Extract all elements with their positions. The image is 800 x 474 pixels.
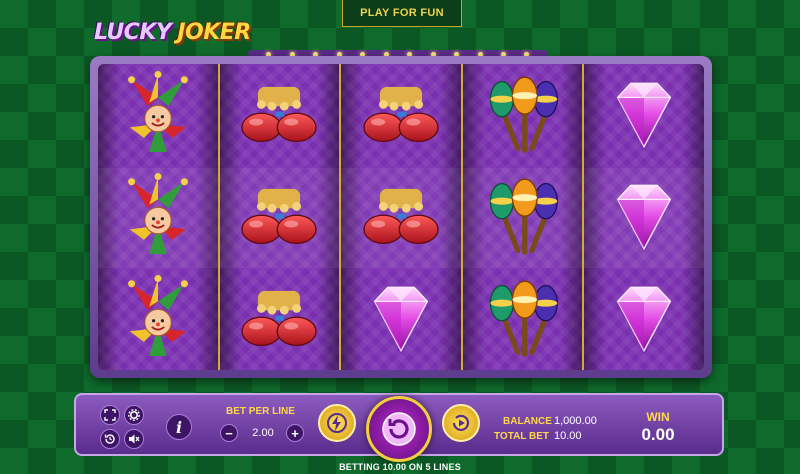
symbol-maracas bbox=[463, 166, 583, 268]
symbol-clown-shoes bbox=[341, 166, 461, 268]
win-value: 0.00 bbox=[641, 425, 675, 444]
diamond-icon bbox=[600, 275, 688, 363]
speaker-mute-icon bbox=[129, 434, 140, 444]
reel-area bbox=[98, 64, 704, 370]
diamond-icon bbox=[600, 71, 688, 159]
fullscreen-button[interactable] bbox=[100, 405, 120, 425]
info-button[interactable]: i bbox=[166, 414, 192, 440]
clown-shoes-icon bbox=[235, 71, 323, 159]
symbol-jester bbox=[98, 64, 218, 166]
bet-decrease-button[interactable]: − bbox=[220, 424, 238, 442]
logo-word-joker: JOKER bbox=[177, 20, 251, 45]
symbol-jester bbox=[98, 268, 218, 370]
symbol-jester bbox=[98, 166, 218, 268]
symbol-diamond bbox=[341, 268, 461, 370]
spin-icon bbox=[382, 412, 416, 446]
lightning-icon bbox=[327, 413, 347, 433]
play-for-fun-button[interactable]: PLAY FOR FUN bbox=[342, 0, 462, 27]
symbol-diamond bbox=[584, 64, 704, 166]
betting-status: BETTING 10.00 ON 5 LINES bbox=[339, 462, 461, 472]
balance-label: BALANCE bbox=[503, 416, 552, 427]
bet-per-line-label: BET PER LINE bbox=[226, 406, 295, 417]
bet-increase-button[interactable]: + bbox=[286, 424, 304, 442]
clown-shoes-icon bbox=[357, 173, 445, 261]
reel-2 bbox=[219, 64, 342, 370]
total-bet-value: 10.00 bbox=[554, 430, 582, 442]
autoplay-icon bbox=[452, 414, 470, 431]
jester-icon bbox=[114, 275, 202, 363]
symbol-clown-shoes bbox=[220, 268, 340, 370]
history-button[interactable] bbox=[100, 429, 120, 449]
logo-word-lucky: LUCKY bbox=[94, 20, 172, 45]
reel-1 bbox=[98, 64, 220, 370]
bet-per-line-value: 2.00 bbox=[252, 427, 274, 439]
balance-value: 1,000.00 bbox=[554, 415, 597, 427]
diamond-icon bbox=[357, 275, 445, 363]
symbol-maracas bbox=[463, 268, 583, 370]
reel-4 bbox=[462, 64, 585, 370]
clown-shoes-icon bbox=[235, 275, 323, 363]
fullscreen-icon bbox=[104, 409, 116, 421]
diamond-icon bbox=[600, 173, 688, 261]
symbol-diamond bbox=[584, 268, 704, 370]
symbol-diamond bbox=[584, 166, 704, 268]
win-label: WIN bbox=[646, 410, 670, 424]
game-logo: LUCKY JOKER bbox=[94, 20, 251, 50]
jester-icon bbox=[114, 173, 202, 261]
reel-3 bbox=[341, 64, 463, 370]
clown-shoes-icon bbox=[357, 71, 445, 159]
spin-button[interactable] bbox=[366, 396, 432, 462]
maracas-icon bbox=[479, 275, 567, 363]
sound-button[interactable] bbox=[124, 429, 144, 449]
maracas-icon bbox=[479, 173, 567, 261]
turbo-button[interactable] bbox=[318, 404, 356, 442]
jester-icon bbox=[114, 71, 202, 159]
total-bet-label: TOTAL BET bbox=[494, 431, 549, 442]
settings-button[interactable] bbox=[124, 405, 144, 425]
autoplay-button[interactable] bbox=[442, 404, 480, 442]
gear-icon bbox=[128, 409, 140, 421]
history-icon bbox=[104, 434, 115, 444]
symbol-clown-shoes bbox=[220, 64, 340, 166]
clown-shoes-icon bbox=[235, 173, 323, 261]
reel-5 bbox=[584, 64, 704, 370]
maracas-icon bbox=[479, 71, 567, 159]
symbol-maracas bbox=[463, 64, 583, 166]
symbol-clown-shoes bbox=[220, 166, 340, 268]
symbol-clown-shoes bbox=[341, 64, 461, 166]
